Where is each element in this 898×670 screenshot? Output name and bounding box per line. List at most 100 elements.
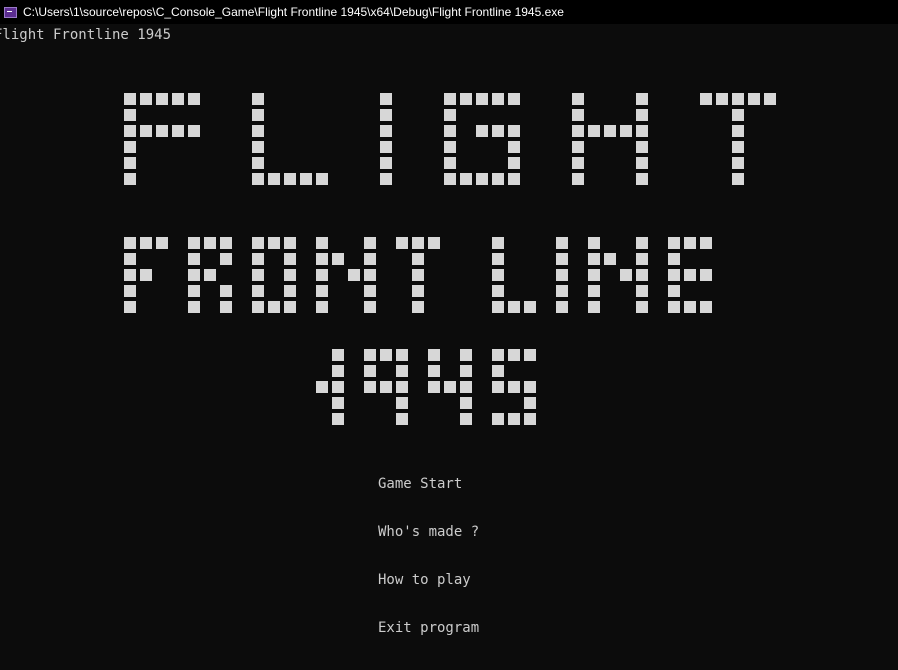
logo-pixel: [252, 173, 264, 185]
logo-pixel: [556, 237, 568, 249]
logo-pixel: [508, 349, 520, 361]
logo-pixel: [556, 301, 568, 313]
logo-pixel: [668, 301, 680, 313]
logo-pixel: [476, 125, 488, 137]
logo-line-front-line: [124, 237, 712, 313]
logo-pixel: [284, 301, 296, 313]
logo-pixel: [588, 125, 600, 137]
logo-pixel: [268, 237, 280, 249]
logo-pixel: [492, 269, 504, 281]
logo-pixel: [220, 253, 232, 265]
logo-pixel: [396, 413, 408, 425]
logo-pixel: [396, 349, 408, 361]
logo-pixel: [636, 253, 648, 265]
logo-pixel: [732, 109, 744, 121]
logo-pixel: [748, 93, 760, 105]
logo-pixel: [124, 237, 136, 249]
logo-pixel: [172, 125, 184, 137]
logo-pixel: [700, 237, 712, 249]
logo-pixel: [316, 301, 328, 313]
logo-pixel: [428, 365, 440, 377]
logo-pixel: [364, 237, 376, 249]
logo-pixel: [380, 381, 392, 393]
menu-exit-program[interactable]: Exit program: [378, 619, 479, 637]
logo-pixel: [220, 285, 232, 297]
logo-pixel: [140, 237, 152, 249]
logo-pixel: [508, 125, 520, 137]
logo-pixel: [380, 349, 392, 361]
logo-pixel: [572, 93, 584, 105]
logo-pixel: [156, 93, 168, 105]
logo-pixel: [380, 173, 392, 185]
logo-pixel: [460, 397, 472, 409]
logo-pixel: [364, 381, 376, 393]
logo-pixel: [492, 93, 504, 105]
logo-pixel: [492, 253, 504, 265]
logo-pixel: [572, 109, 584, 121]
logo-pixel: [492, 349, 504, 361]
logo-pixel: [524, 381, 536, 393]
logo-pixel: [380, 141, 392, 153]
logo-pixel: [636, 109, 648, 121]
logo-pixel: [412, 253, 424, 265]
logo-pixel: [124, 109, 136, 121]
logo-pixel: [316, 285, 328, 297]
logo-pixel: [332, 253, 344, 265]
logo-pixel: [428, 381, 440, 393]
menu-game-start[interactable]: Game Start: [378, 475, 462, 493]
logo-pixel: [332, 397, 344, 409]
logo-pixel: [524, 413, 536, 425]
logo-pixel: [684, 237, 696, 249]
logo-pixel: [300, 173, 312, 185]
logo-pixel: [556, 269, 568, 281]
logo-pixel: [460, 349, 472, 361]
logo-pixel: [412, 301, 424, 313]
logo-pixel: [732, 125, 744, 137]
logo-pixel: [188, 93, 200, 105]
logo-pixel: [188, 269, 200, 281]
logo-pixel: [508, 141, 520, 153]
logo-pixel: [156, 237, 168, 249]
logo-pixel: [380, 109, 392, 121]
logo-pixel: [732, 157, 744, 169]
logo-pixel: [508, 93, 520, 105]
logo-pixel: [156, 125, 168, 137]
logo-pixel: [428, 349, 440, 361]
logo-pixel: [588, 237, 600, 249]
logo-pixel: [364, 253, 376, 265]
logo-pixel: [268, 301, 280, 313]
logo-pixel: [124, 253, 136, 265]
logo-pixel: [460, 173, 472, 185]
logo-pixel: [284, 285, 296, 297]
logo-pixel: [636, 285, 648, 297]
title-logo: [124, 93, 776, 425]
logo-pixel: [716, 93, 728, 105]
logo-pixel: [732, 173, 744, 185]
logo-pixel: [380, 93, 392, 105]
logo-pixel: [476, 93, 488, 105]
logo-pixel: [604, 253, 616, 265]
menu-whos-made[interactable]: Who's made ?: [378, 523, 479, 541]
logo-pixel: [444, 93, 456, 105]
logo-pixel: [316, 269, 328, 281]
logo-pixel: [124, 125, 136, 137]
logo-pixel: [172, 93, 184, 105]
logo-pixel: [588, 301, 600, 313]
logo-pixel: [412, 237, 424, 249]
logo-pixel: [396, 397, 408, 409]
logo-pixel: [188, 285, 200, 297]
logo-pixel: [444, 173, 456, 185]
logo-pixel: [364, 301, 376, 313]
logo-pixel: [444, 381, 456, 393]
logo-pixel: [284, 237, 296, 249]
logo-pixel: [124, 173, 136, 185]
logo-line-flight: [124, 93, 776, 185]
logo-pixel: [684, 301, 696, 313]
logo-pixel: [604, 125, 616, 137]
logo-pixel: [316, 381, 328, 393]
logo-pixel: [556, 253, 568, 265]
logo-pixel: [444, 157, 456, 169]
logo-pixel: [124, 301, 136, 313]
menu-how-to-play[interactable]: How to play: [378, 571, 471, 589]
logo-pixel: [284, 269, 296, 281]
